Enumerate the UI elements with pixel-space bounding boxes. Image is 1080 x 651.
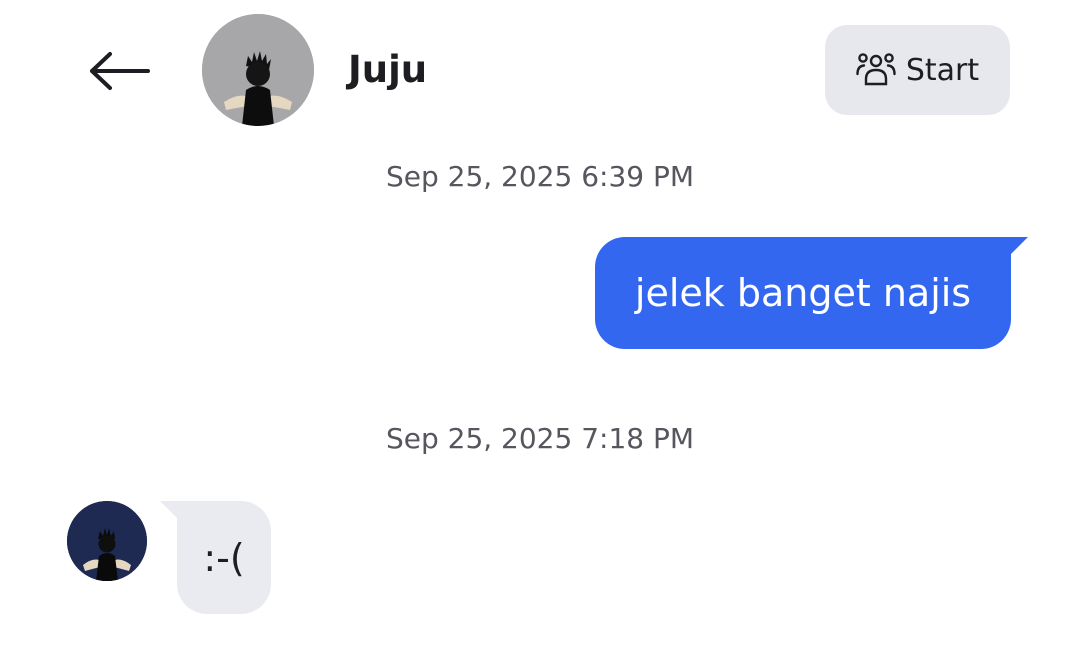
back-button[interactable] (76, 40, 160, 102)
outgoing-message-bubble[interactable]: jelek banget najis (595, 237, 1011, 349)
start-button-label: Start (905, 52, 980, 88)
contact-avatar[interactable] (202, 14, 314, 126)
incoming-message-bubble[interactable]: :-( (177, 501, 271, 614)
message-text: :-( (203, 535, 245, 580)
contact-name: Juju (348, 48, 428, 91)
avatar-image (67, 501, 147, 581)
outgoing-bubble-tail (1010, 237, 1028, 255)
incoming-bubble-tail (160, 501, 178, 519)
avatar-image (202, 14, 314, 126)
message-timestamp: Sep 25, 2025 6:39 PM (385, 160, 695, 193)
sender-avatar[interactable] (67, 501, 147, 581)
arrow-left-icon (90, 52, 150, 90)
message-text: jelek banget najis (634, 271, 972, 315)
start-group-button[interactable]: Start (825, 25, 1010, 115)
group-icon (856, 53, 896, 86)
message-timestamp: Sep 25, 2025 7:18 PM (385, 422, 695, 455)
